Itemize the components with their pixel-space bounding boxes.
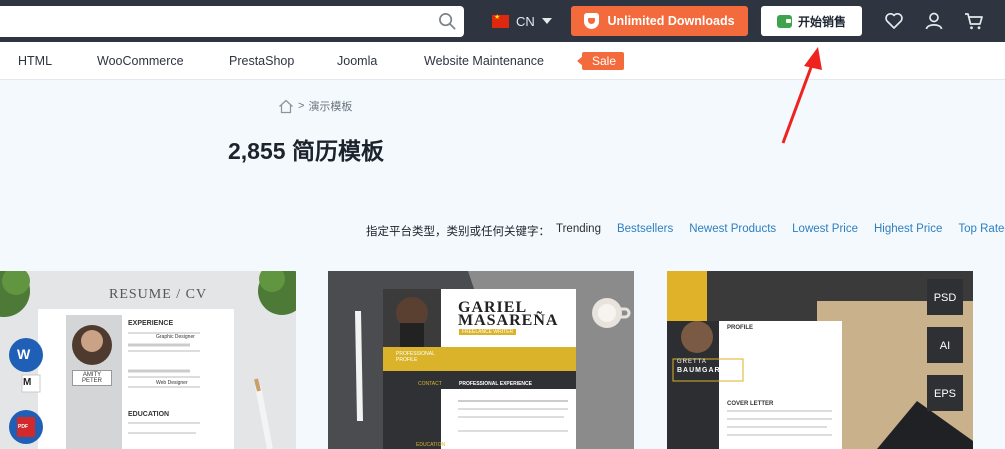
psd-badge: PSD [933, 292, 957, 304]
card-section-cover-letter: COVER LETTER [727, 401, 774, 407]
markdown-icon: M [23, 377, 32, 388]
unlimited-downloads-label: Unlimited Downloads [607, 14, 735, 28]
sort-newest-products[interactable]: Newest Products [689, 223, 776, 239]
sort-trending[interactable]: Trending [556, 223, 601, 239]
sale-badge[interactable]: Sale [576, 52, 625, 70]
start-selling-button[interactable]: 开始销售 [761, 6, 862, 36]
ai-badge: AI [939, 340, 951, 352]
cart-icon[interactable] [964, 11, 984, 31]
unlimited-downloads-button[interactable]: Unlimited Downloads [571, 6, 748, 36]
sort-bestsellers[interactable]: Bestsellers [617, 223, 673, 239]
nav-item-website-maintenance[interactable]: Website Maintenance [424, 54, 544, 68]
sort-highest-price[interactable]: Highest Price [874, 223, 942, 239]
card-section-profile: PROFESSIONAL PROFILE [396, 351, 435, 363]
nav-item-prestashop[interactable]: PrestaShop [229, 54, 294, 68]
sort-label: 指定平台类型，类别或任何关键字： [366, 226, 550, 238]
shield-icon [584, 13, 600, 29]
template-card[interactable]: GARIEL MASAREÑA FREELANCE WRITER PROFESS… [328, 271, 634, 449]
card-job-2: Web Designer [156, 380, 188, 386]
card-job-1: Graphic Designer [156, 334, 195, 340]
pdf-icon: PDF [18, 424, 28, 430]
card-role: FREELANCE WRITER [459, 329, 517, 335]
search-icon[interactable] [438, 12, 457, 31]
card-section-education: EDUCATION [128, 411, 170, 418]
eps-badge: EPS [933, 388, 956, 400]
china-flag-icon [492, 13, 509, 28]
card-section-profile: PROFILE [727, 325, 754, 331]
card-person-name: AMITY PETER [72, 370, 112, 386]
breadcrumb-separator: > [298, 100, 305, 112]
card-section-education: EDUCATION [416, 442, 446, 448]
page-title: 2,855 简历模板 [228, 138, 384, 164]
home-icon[interactable] [278, 99, 294, 114]
category-nav: HTML WooCommerce PrestaShop Joomla Websi… [0, 42, 1005, 80]
card-section-experience: PROFESSIONAL EXPERIENCE [459, 381, 532, 387]
card-person-name: BAUMGARTNER [677, 367, 744, 374]
card-last-name: MASAREÑA [458, 312, 559, 329]
nav-item-joomla[interactable]: Joomla [337, 54, 377, 68]
top-bar: CN Unlimited Downloads 开始销售 [0, 0, 1005, 42]
card-section-contact: CONTACT [418, 381, 442, 387]
card-heading: RESUME / CV [109, 287, 208, 302]
nav-item-woocommerce[interactable]: WooCommerce [97, 54, 184, 68]
card-name-top: GRETTA [677, 359, 707, 365]
language-selector[interactable]: CN [492, 13, 552, 29]
chevron-down-icon [541, 18, 552, 24]
user-icon[interactable] [924, 11, 944, 31]
sort-top-rated[interactable]: Top Rated [958, 223, 1005, 239]
breadcrumb: > 演示模板 [278, 98, 352, 114]
sort-lowest-price[interactable]: Lowest Price [792, 223, 858, 239]
wallet-icon [776, 14, 792, 28]
template-card[interactable]: RESUME / CV AMITY PETER EXPERIENCE Graph… [0, 271, 296, 449]
breadcrumb-current[interactable]: 演示模板 [308, 98, 352, 114]
card-section-experience: EXPERIENCE [128, 320, 174, 327]
search-input[interactable] [6, 10, 426, 33]
template-preview-image [355, 271, 634, 449]
word-icon: W [17, 346, 31, 362]
sort-bar: 指定平台类型，类别或任何关键字： Trending Bestsellers Ne… [366, 223, 1005, 239]
search-bar [0, 6, 464, 37]
language-label: CN [516, 13, 535, 29]
nav-item-html[interactable]: HTML [18, 54, 52, 68]
template-card[interactable]: GRETTA BAUMGARTNER PROFILE COVER LETTER … [667, 271, 973, 449]
heart-icon[interactable] [884, 11, 904, 31]
start-selling-label: 开始销售 [797, 14, 846, 29]
